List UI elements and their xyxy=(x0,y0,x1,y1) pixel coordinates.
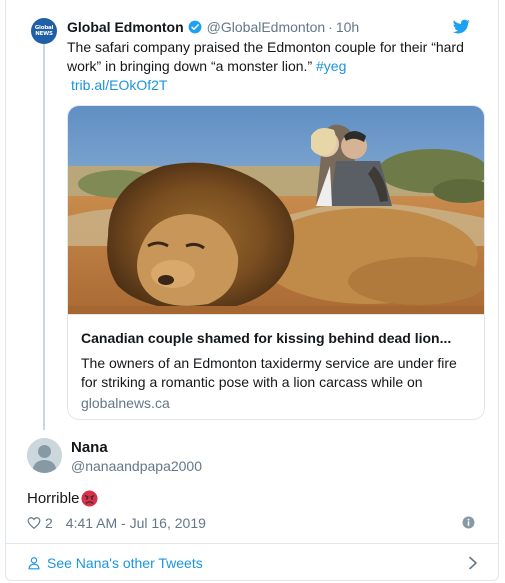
info-icon[interactable] xyxy=(462,516,475,529)
link-preview-description: The owners of an Edmonton taxidermy serv… xyxy=(81,355,457,390)
link-preview-domain: globalnews.ca xyxy=(81,395,170,411)
heart-icon[interactable] xyxy=(27,516,41,530)
chevron-right-icon[interactable] xyxy=(468,556,478,570)
reply-tweet-text: Horrible xyxy=(27,490,98,507)
link-preview-card[interactable]: Canadian couple shamed for kissing behin… xyxy=(67,105,485,420)
verified-badge-icon xyxy=(188,20,202,34)
default-avatar-icon xyxy=(27,438,62,473)
like-count[interactable]: 2 xyxy=(45,515,53,531)
thread-line xyxy=(43,44,45,430)
quoted-tweet-text: The safari company praised the Edmonton … xyxy=(67,38,477,76)
link-preview-image xyxy=(68,106,484,314)
twitter-bird-icon[interactable] xyxy=(453,18,470,35)
quoted-tweet-body: The safari company praised the Edmonton … xyxy=(67,39,464,74)
hashtag-link[interactable]: #yeg xyxy=(316,58,346,74)
quoted-tweet-link[interactable]: trib.al/EOkOf2T xyxy=(71,77,167,93)
footer-divider xyxy=(6,543,498,544)
global-news-logo: Global NEWS xyxy=(34,25,54,37)
quoted-tweet-header: Global Edmonton @GlobalEdmonton · 10h xyxy=(67,18,470,36)
person-icon xyxy=(28,557,40,570)
see-other-tweets-link[interactable]: See Nana's other Tweets xyxy=(27,553,478,573)
tweet-meta-row: 2 4:41 AM - Jul 16, 2019 xyxy=(27,514,478,532)
reply-body: Horrible xyxy=(27,490,80,507)
see-other-tweets-label: See Nana's other Tweets xyxy=(47,555,203,571)
global-edmonton-avatar[interactable]: Global NEWS xyxy=(31,18,57,44)
reply-author-handle[interactable]: @nanaandpapa2000 xyxy=(71,458,202,474)
nana-avatar[interactable] xyxy=(27,438,62,473)
embedded-tweet-card: Global NEWS Global Edmonton @GlobalEdmon… xyxy=(5,0,499,581)
tweet-timestamp[interactable]: 4:41 AM - Jul 16, 2019 xyxy=(66,515,206,531)
reply-author-name[interactable]: Nana xyxy=(71,439,108,456)
angry-face-icon xyxy=(80,490,98,507)
quoted-author-handle[interactable]: @GlobalEdmonton xyxy=(207,19,326,35)
quoted-author-name[interactable]: Global Edmonton xyxy=(67,19,184,35)
link-preview-title: Canadian couple shamed for kissing behin… xyxy=(81,330,452,346)
header-separator: · xyxy=(328,19,333,35)
quoted-tweet-time[interactable]: 10h xyxy=(336,19,359,35)
link-preview-body: Canadian couple shamed for kissing behin… xyxy=(68,314,484,419)
